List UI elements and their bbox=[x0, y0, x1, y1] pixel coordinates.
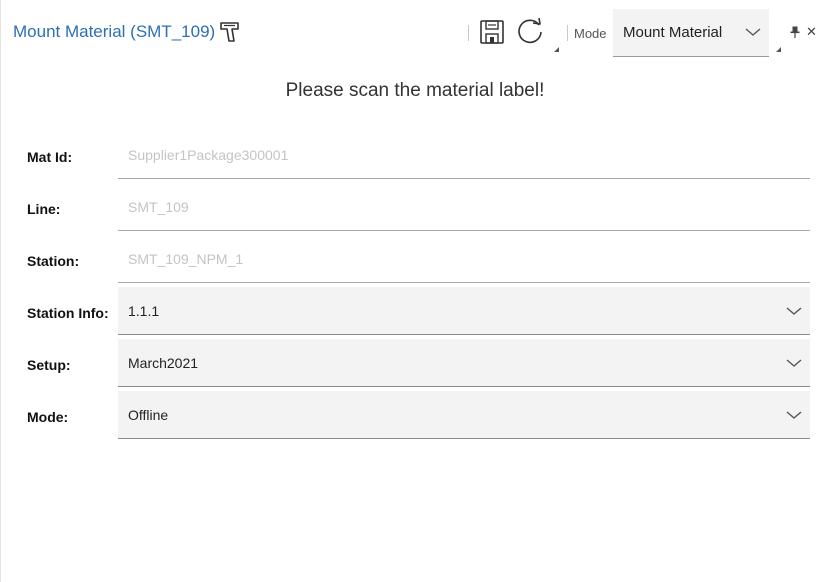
line-label: Line: bbox=[27, 201, 61, 217]
station-label: Station: bbox=[27, 253, 80, 269]
mode-field-value: Offline bbox=[128, 407, 169, 423]
station-info-label: Station Info: bbox=[27, 305, 109, 321]
header: Mount Material (SMT_109) Mode Mount Mate… bbox=[1, 0, 828, 64]
mode-dropdown-value: Mount Material bbox=[623, 24, 723, 41]
form-row-setup: Setup: March2021 bbox=[1, 339, 828, 391]
toolbar-separator bbox=[468, 25, 469, 41]
resize-corner-icon bbox=[554, 47, 559, 52]
station-info-dropdown[interactable]: 1.1.1 bbox=[118, 287, 810, 335]
save-icon[interactable] bbox=[479, 19, 505, 45]
mat-id-placeholder: Supplier1Package300001 bbox=[128, 147, 289, 163]
form-row-station: Station: SMT_109_NPM_1 bbox=[1, 235, 828, 287]
mode-dropdown[interactable]: Mount Material bbox=[613, 9, 769, 57]
window: Mount Material (SMT_109) Mode Mount Mate… bbox=[0, 0, 828, 582]
chevron-down-icon bbox=[786, 411, 802, 419]
station-input[interactable]: SMT_109_NPM_1 bbox=[118, 235, 810, 283]
chevron-down-icon bbox=[786, 359, 802, 367]
mode-field-label: Mode: bbox=[27, 409, 69, 425]
station-placeholder: SMT_109_NPM_1 bbox=[128, 251, 244, 267]
mode-field-dropdown[interactable]: Offline bbox=[118, 391, 810, 439]
barcode-scanner-icon[interactable] bbox=[219, 20, 241, 44]
setup-dropdown[interactable]: March2021 bbox=[118, 339, 810, 387]
form-row-line: Line: SMT_109 bbox=[1, 183, 828, 235]
mode-label: Mode bbox=[574, 26, 607, 41]
chevron-down-icon bbox=[745, 28, 761, 36]
resize-corner-icon bbox=[776, 47, 781, 52]
mat-id-input[interactable]: Supplier1Package300001 bbox=[118, 131, 810, 179]
setup-value: March2021 bbox=[128, 355, 199, 371]
setup-label: Setup: bbox=[27, 357, 71, 373]
chevron-down-icon bbox=[786, 307, 802, 315]
pin-icon[interactable] bbox=[790, 26, 800, 38]
refresh-icon[interactable] bbox=[515, 17, 545, 47]
page-title: Mount Material (SMT_109) bbox=[13, 22, 216, 41]
toolbar-separator bbox=[567, 25, 568, 41]
scan-instruction: Please scan the material label! bbox=[285, 80, 545, 101]
form-row-mode: Mode: Offline bbox=[1, 391, 828, 443]
station-info-value: 1.1.1 bbox=[128, 303, 160, 319]
line-input[interactable]: SMT_109 bbox=[118, 183, 810, 231]
form-row-station-info: Station Info: 1.1.1 bbox=[1, 287, 828, 339]
close-icon[interactable]: ✕ bbox=[806, 25, 817, 39]
mat-id-label: Mat Id: bbox=[27, 149, 73, 165]
line-placeholder: SMT_109 bbox=[128, 199, 189, 215]
form-row-mat-id: Mat Id: Supplier1Package300001 bbox=[1, 131, 828, 183]
